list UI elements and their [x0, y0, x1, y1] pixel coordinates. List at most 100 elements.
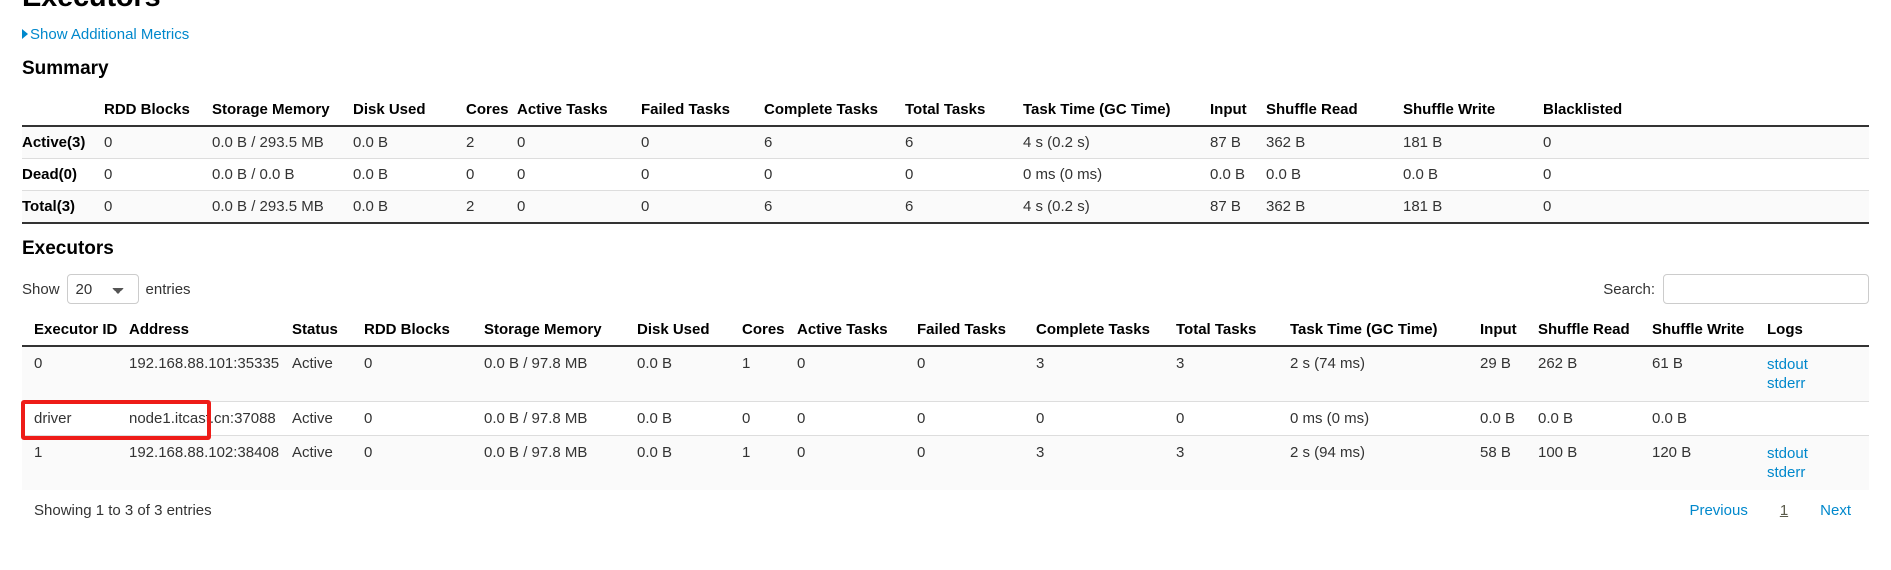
stderr-link[interactable]: stderr: [1767, 463, 1861, 482]
cell-storage-memory: 0.0 B / 97.8 MB: [484, 345, 637, 402]
cell-disk-used: 0.0 B: [353, 190, 466, 224]
cell-active-tasks: 0: [797, 435, 917, 490]
cell-complete-tasks: 6: [764, 134, 773, 151]
page-title-container: Executors: [22, 0, 1869, 12]
cell-active-tasks: 0: [797, 345, 917, 402]
cell-active-tasks: 0: [797, 401, 917, 436]
col-active-tasks[interactable]: Active Tasks: [797, 314, 917, 347]
executors-table: Executor ID Address Status RDD Blocks St…: [22, 314, 1869, 490]
entries-label: entries: [145, 280, 191, 298]
cell-cores: 0: [742, 401, 797, 436]
cell-logs: [1767, 401, 1869, 436]
cell-input: 0.0 B: [1480, 401, 1538, 436]
col-input[interactable]: Input: [1480, 314, 1538, 347]
cell-shuffle-write: 0.0 B: [1652, 401, 1767, 436]
summary-header-row: RDD Blocks Storage Memory Disk Used Core…: [22, 94, 1869, 127]
table-row: Active(3) 0 0.0 B / 293.5 MB 0.0 B 2 0 0…: [22, 126, 1869, 159]
cell-complete-tasks: 0: [1036, 401, 1176, 436]
caret-right-icon: [22, 29, 28, 39]
cell-address: node1.itcast.cn:37088: [129, 401, 292, 436]
col-complete-tasks[interactable]: Complete Tasks: [1036, 314, 1176, 347]
cell-shuffle-write: 120 B: [1652, 435, 1767, 490]
col-rdd-blocks[interactable]: RDD Blocks: [364, 314, 484, 347]
next-page-button[interactable]: Next: [1802, 502, 1869, 519]
show-additional-metrics-row: Show Additional Metrics: [22, 26, 1869, 44]
summary-heading: Summary: [22, 58, 109, 79]
cell-status: Active: [292, 435, 364, 490]
show-label: Show: [22, 280, 60, 298]
cell-task-time: 0 ms (0 ms): [1290, 401, 1480, 436]
show-additional-metrics-link[interactable]: Show Additional Metrics: [22, 26, 189, 43]
page-length-select[interactable]: 20: [66, 274, 139, 304]
col-executor-id[interactable]: Executor ID: [22, 314, 129, 347]
col-total-tasks[interactable]: Total Tasks: [1176, 314, 1290, 347]
cell-disk-used: 0.0 B: [637, 401, 742, 436]
cell-failed-tasks: 0: [917, 435, 1036, 490]
cell-disk-used: 0.0 B: [637, 345, 742, 402]
col-logs[interactable]: Logs: [1767, 314, 1869, 347]
col-shuffle-read[interactable]: Shuffle Read: [1538, 314, 1652, 347]
cell-total-tasks: 0: [905, 158, 1023, 191]
page-length-control: Show 20 entries: [22, 274, 191, 304]
col-task-time[interactable]: Task Time (GC Time): [1290, 314, 1480, 347]
col-status[interactable]: Status: [292, 314, 364, 347]
cell-total-tasks: 0: [1176, 401, 1290, 436]
page-number-1[interactable]: 1: [1766, 502, 1802, 519]
summary-col-storage-memory: Storage Memory: [212, 94, 353, 127]
col-failed-tasks[interactable]: Failed Tasks: [917, 314, 1036, 347]
stdout-link[interactable]: stdout: [1767, 444, 1861, 463]
executors-header-row: Executor ID Address Status RDD Blocks St…: [22, 314, 1869, 347]
col-disk-used[interactable]: Disk Used: [637, 314, 742, 347]
col-cores[interactable]: Cores: [742, 314, 797, 347]
search-label: Search:: [1603, 280, 1655, 298]
summary-col-blank: [22, 94, 104, 127]
summary-row-label: Active(3): [22, 134, 86, 151]
cell-complete-tasks: 6: [764, 190, 905, 224]
cell-address: 192.168.88.102:38408: [129, 435, 292, 490]
cell-shuffle-read: 262 B: [1538, 345, 1652, 402]
executors-heading: Executors: [22, 238, 114, 259]
cell-input: 87 B: [1210, 134, 1241, 151]
col-storage-memory[interactable]: Storage Memory: [484, 314, 637, 347]
search-control: Search:: [1603, 274, 1869, 304]
summary-col-failed-tasks: Failed Tasks: [641, 94, 764, 127]
cell-rdd-blocks: 0: [364, 401, 484, 436]
col-shuffle-write[interactable]: Shuffle Write: [1652, 314, 1767, 347]
cell-rdd-blocks: 0: [104, 134, 113, 151]
cell-storage-memory: 0.0 B / 0.0 B: [212, 158, 353, 191]
cell-rdd-blocks: 0: [364, 435, 484, 490]
col-address[interactable]: Address: [129, 314, 292, 347]
cell-cores: 0: [466, 158, 517, 191]
cell-input: 0.0 B: [1210, 158, 1266, 191]
stderr-link[interactable]: stderr: [1767, 374, 1861, 393]
cell-input: 58 B: [1480, 435, 1538, 490]
cell-rdd-blocks: 0: [104, 158, 212, 191]
summary-col-blacklisted: Blacklisted: [1543, 94, 1869, 127]
cell-shuffle-read: 0.0 B: [1538, 401, 1652, 436]
summary-col-cores: Cores: [466, 94, 517, 127]
cell-disk-used: 0.0 B: [637, 435, 742, 490]
summary-col-shuffle-write: Shuffle Write: [1403, 94, 1543, 127]
cell-failed-tasks: 0: [917, 401, 1036, 436]
cell-storage-memory: 0.0 B / 97.8 MB: [484, 435, 637, 490]
summary-col-complete-tasks: Complete Tasks: [764, 94, 905, 127]
summary-row-label: Dead(0): [22, 158, 104, 191]
summary-table: RDD Blocks Storage Memory Disk Used Core…: [22, 94, 1869, 224]
entries-info: Showing 1 to 3 of 3 entries: [34, 502, 212, 519]
page-title: Executors: [22, 0, 161, 12]
cell-active-tasks: 0: [517, 190, 641, 224]
summary-col-active-tasks: Active Tasks: [517, 94, 641, 127]
cell-task-time: 0 ms (0 ms): [1023, 158, 1210, 191]
executors-page: Executors Show Additional Metrics Summar…: [0, 0, 1891, 519]
search-input[interactable]: [1663, 274, 1869, 304]
cell-shuffle-write: 0.0 B: [1403, 158, 1543, 191]
cell-total-tasks: 6: [905, 134, 914, 151]
show-additional-metrics-label: Show Additional Metrics: [30, 26, 190, 43]
table-row: 0 192.168.88.101:35335 Active 0 0.0 B / …: [22, 345, 1869, 402]
datatable-controls: Show 20 entries Search:: [22, 273, 1869, 305]
table-row: Total(3) 0 0.0 B / 293.5 MB 0.0 B 2 0 0 …: [22, 190, 1869, 224]
previous-page-button[interactable]: Previous: [1671, 502, 1765, 519]
cell-input: 87 B: [1210, 190, 1266, 224]
cell-failed-tasks: 0: [641, 190, 764, 224]
stdout-link[interactable]: stdout: [1767, 355, 1861, 374]
